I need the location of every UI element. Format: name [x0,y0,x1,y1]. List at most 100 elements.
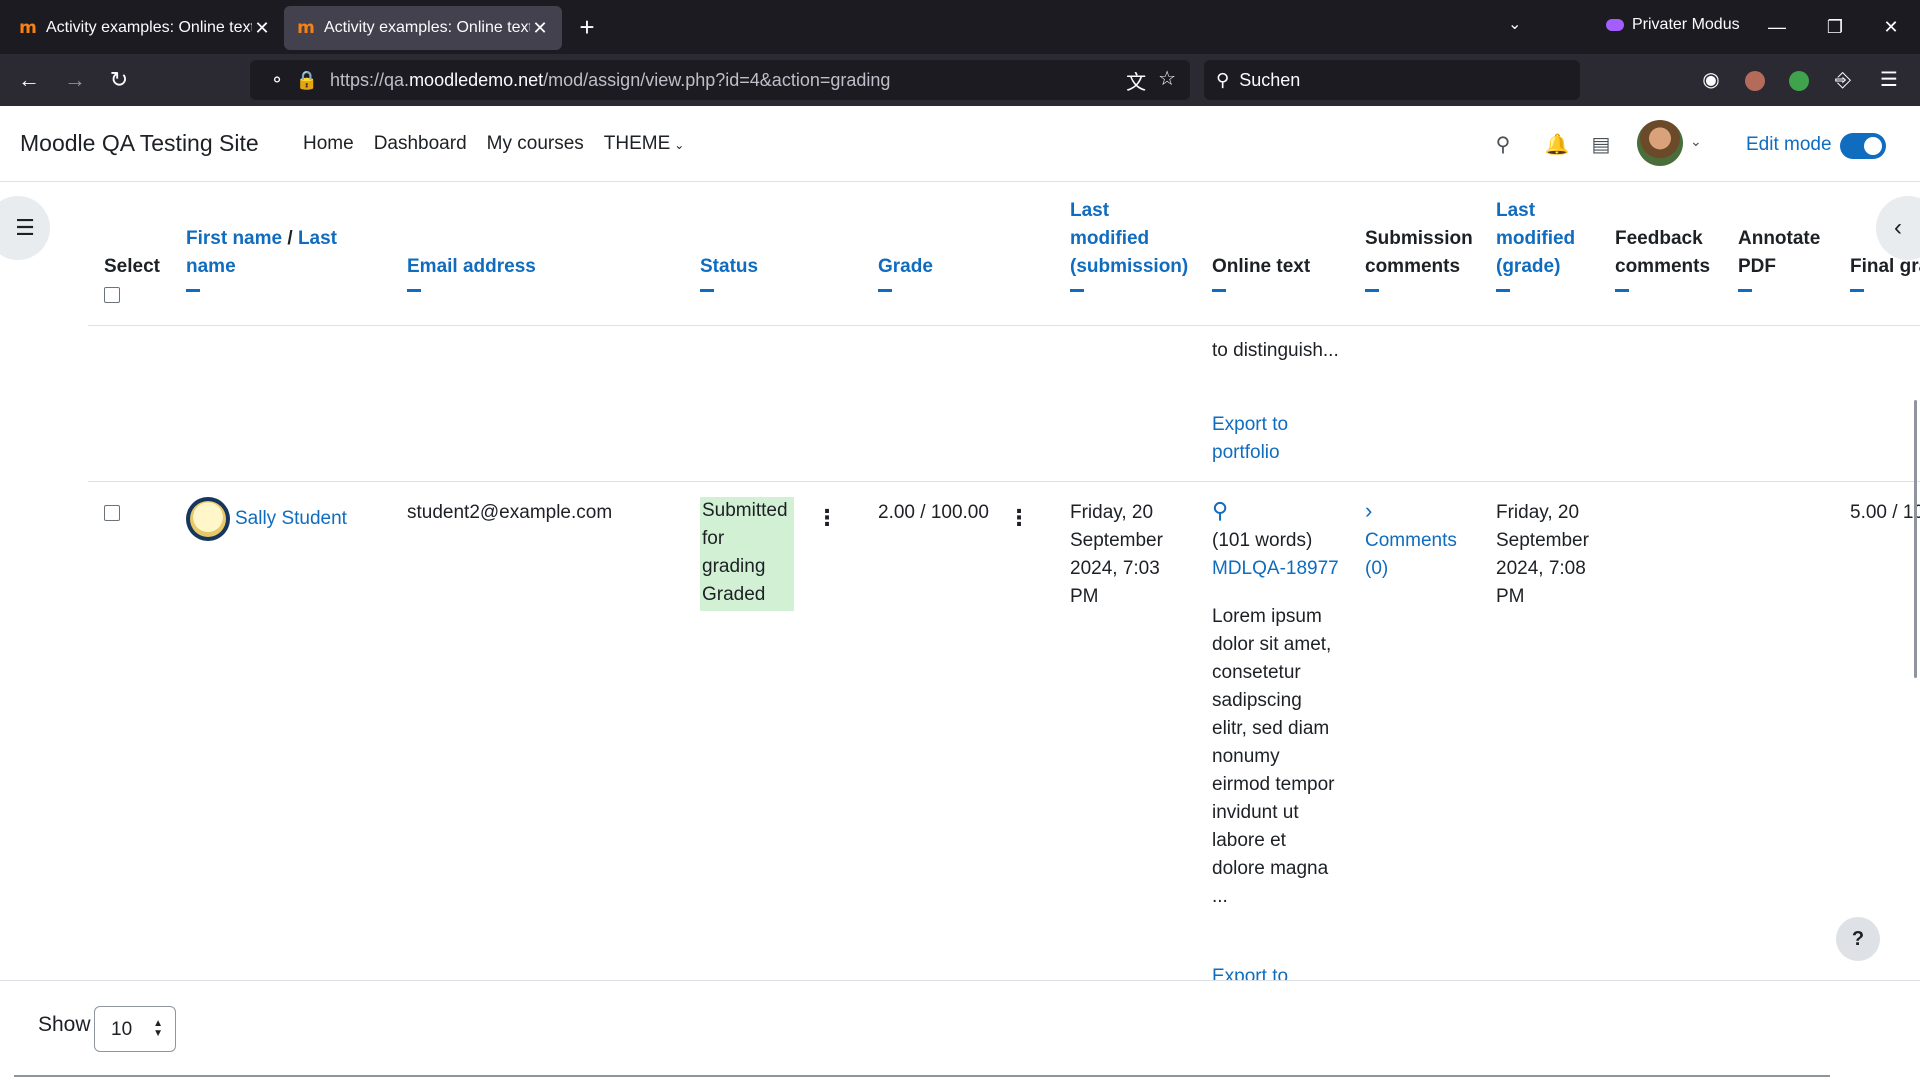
row-select-checkbox[interactable] [104,505,120,521]
collapse-online-text-icon[interactable] [1212,289,1226,292]
menu-hamburger-icon[interactable]: ☰ [1874,65,1904,95]
extension-avatar-icon[interactable] [1740,65,1770,95]
col-last-modified-grade[interactable]: Last modified (grade) [1496,197,1586,292]
restore-window-button[interactable]: ❐ [1820,12,1850,42]
sort-last-modified-submission-link[interactable]: Last modified (submission) [1070,200,1188,277]
browser-tab-2[interactable]: m Activity examples: Online text and fil… [284,6,562,50]
col-annotate-pdf: Annotate PDF [1738,225,1828,292]
collapse-final-grade-icon[interactable] [1850,289,1864,292]
private-mode-label: Privater Modus [1632,16,1740,33]
site-name[interactable]: Moodle QA Testing Site [20,130,259,157]
table-header: Select First name / Last name Email addr… [88,183,1920,326]
submission-comments-label: Submission comments [1365,228,1473,277]
back-arrow-icon[interactable]: ← [14,65,44,95]
collapse-annotate-pdf-icon[interactable] [1738,289,1752,292]
sort-last-modified-grade-link[interactable]: Last modified (grade) [1496,200,1575,277]
annotate-pdf-label: Annotate PDF [1738,228,1821,277]
help-question-icon[interactable]: ? [1836,917,1880,961]
chat-icon[interactable]: ▤ [1586,130,1616,160]
forward-arrow-icon[interactable]: → [60,65,90,95]
status-graded: Graded [702,584,766,605]
student-email: student2@example.com [407,502,613,523]
sort-grade-link[interactable]: Grade [878,256,933,277]
private-mask-icon [1606,19,1624,31]
grade-actions-kebab-icon[interactable]: ⋮ [1008,503,1030,533]
prev-export-portfolio-link[interactable]: Export to portfolio [1212,411,1312,467]
pocket-icon[interactable]: ◉ [1696,65,1726,95]
close-window-button[interactable]: ✕ [1876,12,1906,42]
tab-title: Activity examples: Online text and file [46,19,252,36]
online-text-preview: Lorem ipsum dolor sit amet, consetetur s… [1212,606,1335,907]
nav-theme-label: THEME [603,133,671,154]
nav-my-courses[interactable]: My courses [487,133,584,155]
col-grade[interactable]: Grade [878,253,933,292]
nav-home[interactable]: Home [303,133,354,155]
sort-email-link[interactable]: Email address [407,256,536,277]
chevron-down-icon: ⌄ [674,138,685,152]
reload-icon[interactable]: ↻ [104,65,134,95]
avatar[interactable] [1637,120,1683,166]
moodle-favicon-icon: m [19,18,37,38]
student-name-link[interactable]: Sally Student [235,505,347,533]
col-last-modified-submission[interactable]: Last modified (submission) [1070,197,1190,292]
chevron-right-icon[interactable]: › [1365,497,1372,525]
select-all-checkbox[interactable] [104,287,120,303]
magnifier-plus-icon[interactable]: ⚲ [1212,497,1228,525]
sort-status-link[interactable]: Status [700,256,758,277]
final-grade: 5.00 / 100.00 [1850,502,1920,523]
grading-table: to distinguish... Export to portfolio Sa… [0,183,1920,980]
search-placeholder: Suchen [1239,69,1301,90]
status-actions-kebab-icon[interactable]: ⋮ [816,503,838,533]
bookmark-star-icon[interactable]: ☆ [1158,66,1176,95]
private-mode-indicator: Privater Modus [1606,16,1740,34]
search-icon[interactable]: ⚲ [1488,130,1518,160]
status-badge: Submitted for grading Graded [700,497,794,611]
comments-link[interactable]: Comments (0) [1365,527,1465,583]
lock-icon[interactable]: 🔒 [292,70,322,91]
sort-first-name-link[interactable]: First name [186,228,282,249]
export-portfolio-link[interactable]: Export to portfolio [1212,963,1312,980]
extension-green-icon[interactable] [1784,65,1814,95]
nav-dashboard[interactable]: Dashboard [374,133,467,155]
translate-icon[interactable]: 文 [1126,66,1146,95]
bell-icon[interactable]: 🔔 [1542,130,1572,160]
collapse-name-icon[interactable] [186,289,200,292]
nav-theme[interactable]: THEME ⌄ [604,133,685,155]
collapse-last-modified-submission-icon[interactable] [1070,289,1084,292]
list-tabs-chevron-icon[interactable]: ⌄ [1508,14,1521,34]
col-email[interactable]: Email address [407,253,536,292]
col-status[interactable]: Status [700,253,758,292]
per-page-select[interactable]: 10 ▲ ▼ [94,1006,176,1052]
vertical-scrollbar[interactable] [1914,400,1917,678]
collapse-feedback-comments-icon[interactable] [1615,289,1629,292]
tracker-link[interactable]: MDLQA-18977 [1212,555,1339,583]
extensions-puzzle-icon[interactable]: ⎆ [1828,65,1858,95]
collapse-email-icon[interactable] [407,289,421,292]
close-tab-icon[interactable]: ✕ [252,18,272,39]
shield-icon[interactable]: ⚬ [262,70,292,91]
collapse-grade-icon[interactable] [878,289,892,292]
user-picture[interactable] [186,497,230,541]
status-submitted: Submitted for grading [702,500,788,577]
col-submission-comments: Submission comments [1365,225,1475,292]
minimize-window-button[interactable]: — [1762,12,1792,42]
url-path: /mod/assign/view.php?id=4&action=grading [543,69,891,90]
collapse-submission-comments-icon[interactable] [1365,289,1379,292]
row-divider [88,481,1920,482]
url-text[interactable]: https://qa.moodledemo.net/mod/assign/vie… [330,70,1126,91]
word-count: (101 words) [1212,530,1313,551]
new-tab-button[interactable]: + [572,12,602,42]
browser-search-field[interactable]: ⚲ Suchen [1204,60,1580,100]
url-prefix: https://qa. [330,69,410,90]
edit-mode-toggle[interactable] [1840,133,1886,159]
address-bar[interactable]: ⚬ 🔒 https://qa.moodledemo.net/mod/assign… [250,60,1190,100]
collapse-last-modified-grade-icon[interactable] [1496,289,1510,292]
table-footer: Show 10 ▲ ▼ [0,980,1920,1080]
browser-tab-1[interactable]: m Activity examples: Online text and fil… [6,6,284,50]
collapse-status-icon[interactable] [700,289,714,292]
search-icon: ⚲ [1216,69,1230,90]
edit-mode-label: Edit mode [1746,134,1832,155]
chevron-down-icon[interactable]: ⌄ [1690,133,1702,150]
list-icon: ☰ [15,215,35,240]
close-tab-icon[interactable]: ✕ [530,18,550,39]
